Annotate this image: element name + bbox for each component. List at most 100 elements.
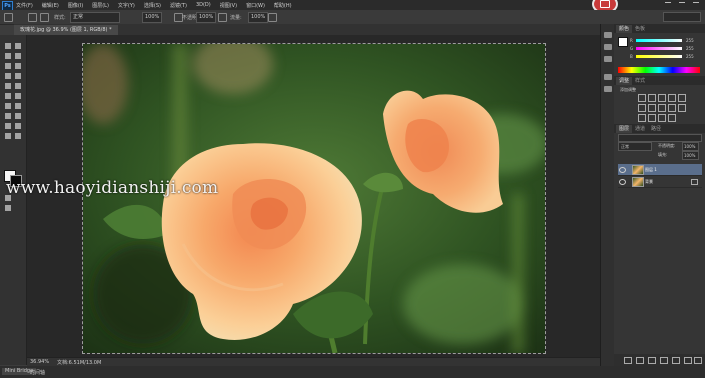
workspace-select[interactable] [663,12,701,22]
blend-mode-select[interactable]: 正常 [618,142,652,151]
exposure-icon[interactable] [668,94,676,102]
shape-tool-icon[interactable] [15,123,21,129]
brush-panel-icon[interactable] [40,13,49,22]
layer-row[interactable]: 背景 [618,176,702,188]
lasso-tool-icon[interactable] [5,53,11,59]
history-panel-icon[interactable] [604,32,612,38]
new-layer-icon[interactable] [684,357,692,364]
close-icon[interactable] [693,2,699,8]
menu-window[interactable]: 窗口(W) [246,2,265,9]
history-brush-tool-icon[interactable] [15,83,21,89]
info-panel-icon[interactable] [604,56,612,62]
gradient-tool-icon[interactable] [15,93,21,99]
tool-preset-icon[interactable] [4,13,13,22]
menu-3d[interactable]: 3D(D) [196,2,211,9]
link-layers-icon[interactable] [624,357,632,364]
color-balance-icon[interactable] [648,104,656,112]
menu-type[interactable]: 文字(Y) [118,2,135,9]
black-white-icon[interactable] [658,104,666,112]
stamp-tool-icon[interactable] [5,83,11,89]
posterize-icon[interactable] [648,114,656,122]
layer-row[interactable]: 图层 1 [618,164,702,176]
b-value[interactable]: 255 [686,54,694,59]
folder-icon[interactable] [672,357,680,364]
crop-tool-icon[interactable] [5,63,11,69]
brush-preset-icon[interactable] [28,13,37,22]
maximize-icon[interactable] [679,2,685,8]
invert-icon[interactable] [638,114,646,122]
color-spectrum[interactable] [618,67,700,73]
menu-layer[interactable]: 图层(L) [92,2,109,9]
flow-field[interactable]: 100% [248,12,268,23]
visibility-eye-icon[interactable] [619,167,626,173]
tab-adjustments[interactable]: 调整 [616,77,633,85]
tab-swatches[interactable]: 色板 [632,25,648,33]
menu-help[interactable]: 帮助(H) [274,2,292,9]
minimize-icon[interactable] [665,2,671,8]
tab-layers[interactable]: 图层 [616,125,633,133]
zoom-readout[interactable]: 36.94% [30,359,49,365]
menu-view[interactable]: 视图(V) [220,2,237,9]
menu-file[interactable]: 文件(F) [16,2,33,9]
brightness-icon[interactable] [638,94,646,102]
canvas-photo-roses[interactable] [83,44,545,353]
fg-color-preview[interactable] [618,37,628,47]
curves-icon[interactable] [658,94,666,102]
opacity-field[interactable]: 100% [196,12,216,23]
channel-mixer-icon[interactable] [678,104,686,112]
levels-icon[interactable] [648,94,656,102]
fill-field[interactable]: 100% [682,151,699,160]
visibility-eye-icon[interactable] [619,179,626,185]
eyedropper-tool-icon[interactable] [15,63,21,69]
fx-icon[interactable] [636,357,644,364]
move-tool-icon[interactable] [5,43,11,49]
layer-filter-bar[interactable] [618,134,702,142]
document-tab[interactable]: 玫瑰花.jpg @ 36.9% (图层 1, RGB/8) * [14,25,118,35]
b-slider[interactable] [636,55,682,58]
menu-select[interactable]: 选择(S) [144,2,161,9]
threshold-icon[interactable] [658,114,666,122]
dodge-tool-icon[interactable] [15,103,21,109]
mask-icon[interactable] [648,357,656,364]
path-select-tool-icon[interactable] [5,123,11,129]
character-panel-icon[interactable] [604,74,612,80]
properties-panel-icon[interactable] [604,44,612,50]
tab-color[interactable]: 颜色 [616,25,633,33]
g-value[interactable]: 255 [686,46,694,51]
zoom-tool-icon[interactable] [15,133,21,139]
layer-opacity-field[interactable]: 100% [682,142,699,151]
menu-image[interactable]: 图像(I) [68,2,83,9]
document-size-info[interactable]: 文档:6.51M/13.0M [57,359,101,366]
menu-edit[interactable]: 编辑(E) [42,2,59,9]
hand-tool-icon[interactable] [5,133,11,139]
timeline-tab[interactable]: 时间轴 [30,369,45,376]
screen-mode-icon[interactable] [5,205,11,211]
pen-tool-icon[interactable] [5,113,11,119]
tab-styles[interactable]: 样式 [632,77,648,85]
tab-channels[interactable]: 通道 [632,125,648,133]
marquee-tool-icon[interactable] [15,43,21,49]
trash-icon[interactable] [694,357,702,364]
healing-tool-icon[interactable] [5,73,11,79]
paragraph-panel-icon[interactable] [604,86,612,92]
eraser-tool-icon[interactable] [5,93,11,99]
adjustment-layer-icon[interactable] [660,357,668,364]
blur-tool-icon[interactable] [5,103,11,109]
type-tool-icon[interactable] [15,113,21,119]
brush-tool-icon[interactable] [15,73,21,79]
g-slider[interactable] [636,47,682,50]
photo-filter-icon[interactable] [668,104,676,112]
hue-saturation-icon[interactable] [638,104,646,112]
gradient-map-icon[interactable] [668,114,676,122]
pressure-opacity-icon[interactable] [218,13,227,22]
zoom-field[interactable]: 100% [142,12,162,23]
vibrance-icon[interactable] [678,94,686,102]
menu-filter[interactable]: 滤镜(T) [170,2,187,9]
pressure-size-icon[interactable] [268,13,277,22]
quick-select-tool-icon[interactable] [15,53,21,59]
r-value[interactable]: 255 [686,38,694,43]
tab-paths[interactable]: 路径 [648,125,664,133]
style-select[interactable]: 正常 [70,12,120,23]
r-slider[interactable] [636,39,682,42]
fill-label: 填充: [658,152,668,157]
